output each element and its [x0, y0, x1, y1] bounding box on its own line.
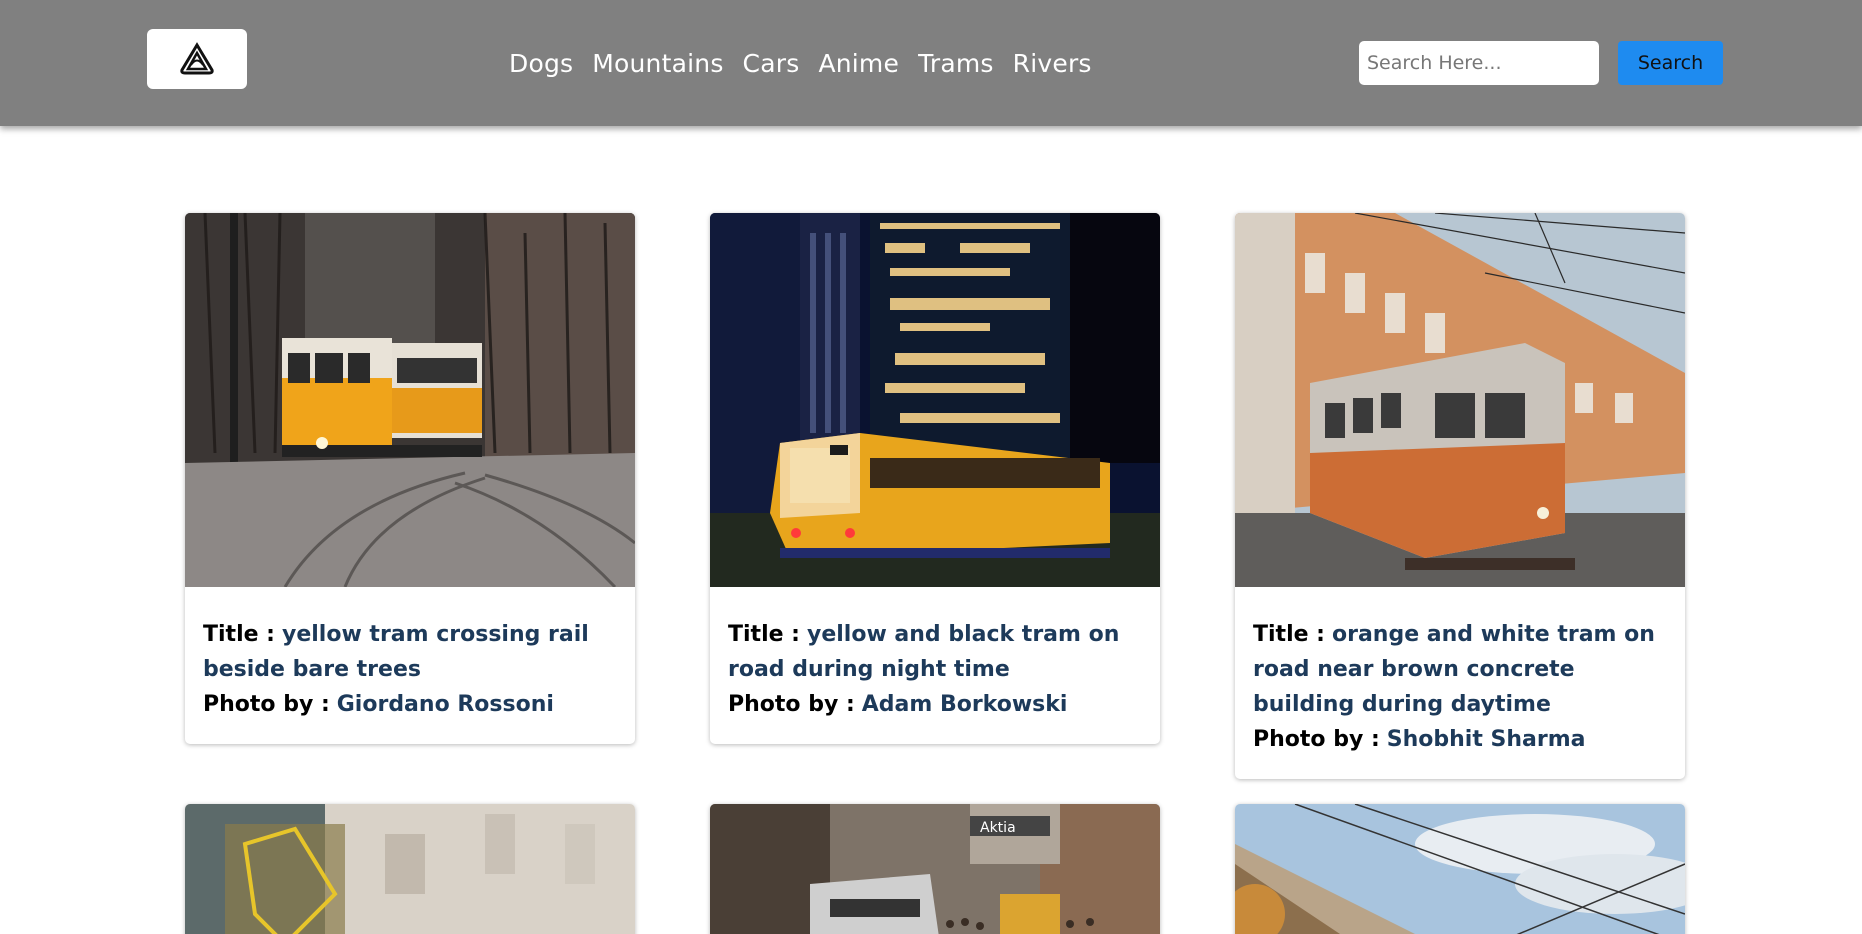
- search-input[interactable]: [1359, 41, 1599, 85]
- photo-by-label: Photo by :: [203, 692, 330, 717]
- nav-link-rivers[interactable]: Rivers: [1013, 49, 1092, 78]
- card-caption: Title : yellow tram crossing rail beside…: [185, 587, 635, 744]
- nav-link-mountains[interactable]: Mountains: [592, 49, 723, 78]
- blurred-tram-photo: [185, 804, 635, 934]
- card-caption: Title : orange and white tram on road ne…: [1235, 587, 1685, 779]
- photo-card[interactable]: Title : yellow and black tram on road du…: [710, 213, 1160, 744]
- navbar: Dogs Mountains Cars Anime Trams Rivers S…: [0, 0, 1862, 126]
- logo-icon: [180, 42, 214, 75]
- card-photographer[interactable]: Giordano Rossoni: [337, 692, 554, 717]
- photo-card[interactable]: Title : yellow tram crossing rail beside…: [185, 213, 635, 744]
- photo-by-label: Photo by :: [1253, 727, 1380, 752]
- night-tram-skyscraper-photo: [710, 213, 1160, 587]
- title-label: Title :: [203, 622, 275, 647]
- nav-link-anime[interactable]: Anime: [818, 49, 899, 78]
- photo-card[interactable]: [1235, 804, 1685, 934]
- card-photographer[interactable]: Shobhit Sharma: [1387, 727, 1586, 752]
- card-caption: Title : yellow and black tram on road du…: [710, 587, 1160, 744]
- orange-tram-building-photo: [1235, 213, 1685, 587]
- photo-card[interactable]: Title : orange and white tram on road ne…: [1235, 213, 1685, 779]
- busy-street-tram-photo: Aktia: [710, 804, 1160, 934]
- nav-links: Dogs Mountains Cars Anime Trams Rivers: [509, 44, 1092, 82]
- logo-button[interactable]: [147, 29, 247, 89]
- photo-card[interactable]: [185, 804, 635, 934]
- title-label: Title :: [1253, 622, 1325, 647]
- overhead-wires-sky-photo: [1235, 804, 1685, 934]
- search-button[interactable]: Search: [1618, 41, 1723, 85]
- card-photographer[interactable]: Adam Borkowski: [862, 692, 1068, 717]
- nav-link-trams[interactable]: Trams: [918, 49, 994, 78]
- photo-by-label: Photo by :: [728, 692, 855, 717]
- aktia-sign: Aktia: [980, 820, 1016, 836]
- nav-link-dogs[interactable]: Dogs: [509, 49, 573, 78]
- yellow-tram-street-photo: [185, 213, 635, 587]
- photo-card[interactable]: Aktia: [710, 804, 1160, 934]
- nav-link-cars[interactable]: Cars: [743, 49, 800, 78]
- title-label: Title :: [728, 622, 800, 647]
